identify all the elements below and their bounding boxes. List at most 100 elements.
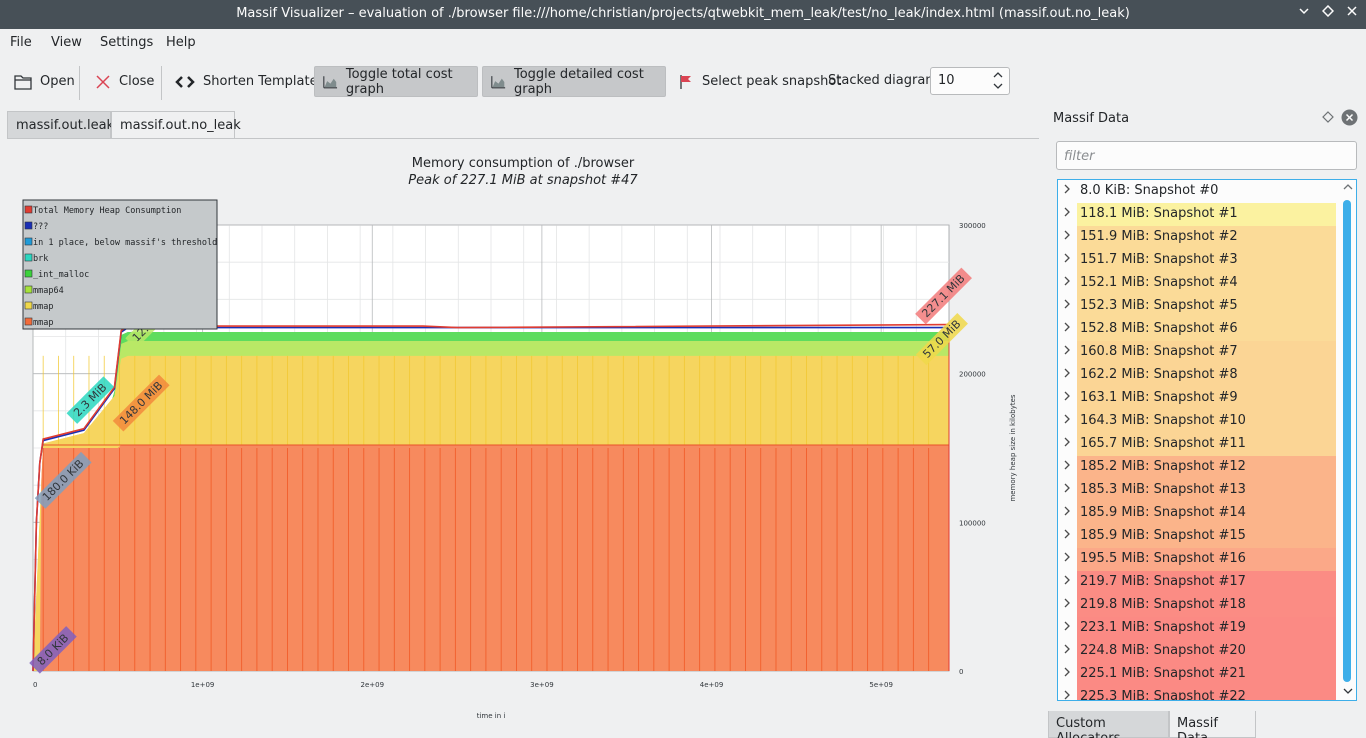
legend-swatch <box>24 237 33 246</box>
expand-arrow-icon[interactable] <box>1063 206 1071 221</box>
legend-label: mmap <box>33 318 53 328</box>
legend-swatch <box>24 253 33 262</box>
snapshot-row[interactable]: 152.8 MiB: Snapshot #6 <box>1058 318 1338 341</box>
expand-arrow-icon[interactable] <box>1063 252 1071 267</box>
close-label: Close <box>119 74 155 89</box>
close-dock-icon[interactable] <box>1341 109 1358 126</box>
legend-swatch <box>24 205 33 214</box>
close-window-icon[interactable] <box>1342 4 1362 24</box>
snapshot-tree[interactable]: 225.3 MiB: Snapshot #22 225.1 MiB: Snapsh… <box>1057 179 1357 701</box>
snapshot-label: 225.1 MiB: Snapshot #21 <box>1080 666 1246 681</box>
snapshot-row[interactable]: 223.1 MiB: Snapshot #19 <box>1058 617 1338 640</box>
snapshot-row[interactable]: 219.8 MiB: Snapshot #18 <box>1058 594 1338 617</box>
y-tick-label: 0 <box>959 668 963 676</box>
expand-arrow-icon[interactable] <box>1063 459 1071 474</box>
stacked-diagrams-spinbox[interactable]: 10 <box>930 67 1010 95</box>
snapshot-row[interactable]: 195.5 MiB: Snapshot #16 <box>1058 548 1338 571</box>
float-dock-icon[interactable] <box>1322 111 1334 123</box>
expand-arrow-icon[interactable] <box>1063 574 1071 589</box>
toggle-detailed-cost-button[interactable]: Toggle detailed cost graph <box>482 66 666 97</box>
snapshot-row[interactable]: 151.9 MiB: Snapshot #2 <box>1058 226 1338 249</box>
snapshot-row[interactable]: 151.7 MiB: Snapshot #3 <box>1058 249 1338 272</box>
open-label: Open <box>40 74 75 89</box>
menu-view[interactable]: View <box>51 35 82 50</box>
snapshot-row[interactable]: 224.8 MiB: Snapshot #20 <box>1058 640 1338 663</box>
massif-data-dock: Massif Data filter 225.3 MiB: Snapshot #… <box>1048 105 1366 738</box>
legend-swatch <box>24 285 33 294</box>
expand-arrow-icon[interactable] <box>1063 643 1071 658</box>
expand-arrow-icon[interactable] <box>1063 413 1071 428</box>
expand-arrow-icon[interactable] <box>1063 183 1071 198</box>
x-tick-label: 5e+09 <box>869 681 893 689</box>
tree-scrollbar-thumb[interactable] <box>1343 200 1351 682</box>
tab-massif-out-leak[interactable]: massif.out.leak <box>7 111 114 139</box>
expand-arrow-icon[interactable] <box>1063 436 1071 451</box>
expand-arrow-icon[interactable] <box>1063 275 1071 290</box>
toggle-total-cost-button[interactable]: Toggle total cost graph <box>314 66 478 97</box>
menu-file[interactable]: File <box>10 35 32 50</box>
expand-arrow-icon[interactable] <box>1063 367 1071 382</box>
toggle-detailed-label: Toggle detailed cost graph <box>513 66 644 97</box>
expand-arrow-icon[interactable] <box>1063 390 1071 405</box>
snapshot-row[interactable]: 160.8 MiB: Snapshot #7 <box>1058 341 1338 364</box>
memory-chart[interactable]: 0 1e+09 2e+09 3e+09 4e+09 5e+09 0 100000 200000 3… <box>7 139 1039 735</box>
snapshot-row[interactable]: 225.3 MiB: Snapshot #22 <box>1058 686 1338 701</box>
tab-massif-out-no-leak[interactable]: massif.out.no_leak <box>111 111 241 139</box>
expand-arrow-icon[interactable] <box>1063 482 1071 497</box>
maximize-icon[interactable] <box>1318 4 1338 24</box>
expand-arrow-icon[interactable] <box>1063 620 1071 635</box>
snapshot-row[interactable]: 185.2 MiB: Snapshot #12 <box>1058 456 1338 479</box>
expand-arrow-icon[interactable] <box>1063 597 1071 612</box>
shorten-templates-button[interactable]: Shorten Templates <box>167 66 332 97</box>
y-axis-label: memory heap size in kilobytes <box>1009 394 1017 501</box>
filter-input[interactable]: filter <box>1056 141 1357 170</box>
expand-arrow-icon[interactable] <box>1063 344 1071 359</box>
expand-arrow-icon[interactable] <box>1063 229 1071 244</box>
snapshot-row[interactable]: 185.3 MiB: Snapshot #13 <box>1058 479 1338 502</box>
snapshot-row[interactable]: 152.3 MiB: Snapshot #5 <box>1058 295 1338 318</box>
toggle-total-label: Toggle total cost graph <box>345 66 453 97</box>
minimize-icon[interactable] <box>1294 4 1314 24</box>
snapshot-row[interactable]: 163.1 MiB: Snapshot #9 <box>1058 387 1338 410</box>
scroll-up-icon[interactable] <box>1343 183 1353 191</box>
close-button[interactable]: Close <box>87 66 162 97</box>
x-tick-label: 2e+09 <box>360 681 384 689</box>
snapshot-label: 8.0 KiB: Snapshot #0 <box>1080 183 1219 198</box>
snapshot-label: 185.9 MiB: Snapshot #15 <box>1080 528 1246 543</box>
spin-down-icon[interactable] <box>993 82 1003 90</box>
tab-custom-allocators[interactable]: Custom Allocators <box>1048 711 1169 738</box>
snapshot-row[interactable]: 185.9 MiB: Snapshot #14 <box>1058 502 1338 525</box>
area-chart-icon <box>323 75 338 88</box>
snapshot-label: 225.3 MiB: Snapshot #22 <box>1080 689 1246 701</box>
snapshot-row[interactable]: 225.1 MiB: Snapshot #21 <box>1058 663 1338 686</box>
tab-massif-data[interactable]: Massif Data <box>1169 711 1256 738</box>
snapshot-label: 152.3 MiB: Snapshot #5 <box>1080 298 1238 313</box>
expand-arrow-icon[interactable] <box>1063 666 1071 681</box>
legend-swatch <box>24 317 33 326</box>
snapshot-row[interactable]: 162.2 MiB: Snapshot #8 <box>1058 364 1338 387</box>
spin-up-icon[interactable] <box>993 71 1003 79</box>
select-peak-button[interactable]: Select peak snapshot <box>670 66 849 97</box>
expand-arrow-icon[interactable] <box>1063 298 1071 313</box>
snapshot-label: 224.8 MiB: Snapshot #20 <box>1080 643 1246 658</box>
snapshot-row[interactable]: 185.9 MiB: Snapshot #15 <box>1058 525 1338 548</box>
title-bar: Massif Visualizer – evaluation of ./brow… <box>0 0 1366 29</box>
snapshot-row[interactable]: 165.7 MiB: Snapshot #11 <box>1058 433 1338 456</box>
expand-arrow-icon[interactable] <box>1063 689 1071 700</box>
snapshot-row[interactable]: 164.3 MiB: Snapshot #10 <box>1058 410 1338 433</box>
y-tick-label: 300000 <box>959 222 986 230</box>
open-button[interactable]: Open <box>6 66 83 97</box>
toolbar-separator <box>161 66 162 100</box>
expand-arrow-icon[interactable] <box>1063 528 1071 543</box>
menu-help[interactable]: Help <box>166 35 196 50</box>
expand-arrow-icon[interactable] <box>1063 505 1071 520</box>
snapshot-row[interactable]: 118.1 MiB: Snapshot #1 <box>1058 203 1338 226</box>
snapshot-row[interactable]: 219.7 MiB: Snapshot #17 <box>1058 571 1338 594</box>
snapshot-row[interactable]: 152.1 MiB: Snapshot #4 <box>1058 272 1338 295</box>
expand-arrow-icon[interactable] <box>1063 551 1071 566</box>
snapshot-label: 195.5 MiB: Snapshot #16 <box>1080 551 1246 566</box>
expand-arrow-icon[interactable] <box>1063 321 1071 336</box>
snapshot-row[interactable]: 8.0 KiB: Snapshot #0 <box>1058 180 1338 203</box>
scroll-down-icon[interactable] <box>1343 687 1353 695</box>
menu-settings[interactable]: Settings <box>100 35 153 50</box>
